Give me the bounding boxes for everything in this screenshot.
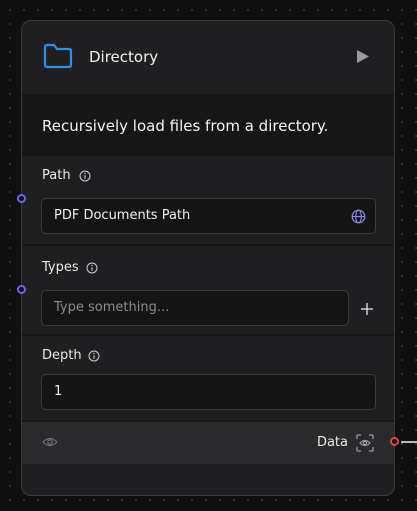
- globe-icon[interactable]: [351, 209, 366, 224]
- types-section: Types Type something...: [22, 246, 394, 334]
- types-input[interactable]: Type something...: [41, 290, 349, 326]
- play-icon[interactable]: [356, 49, 370, 64]
- depth-input[interactable]: 1: [41, 374, 376, 410]
- node-description: Recursively load files from a directory.: [42, 117, 329, 135]
- depth-input-value: 1: [54, 384, 63, 399]
- directory-node[interactable]: Directory Recursively load files from a …: [21, 20, 395, 496]
- scan-eye-icon[interactable]: [356, 434, 374, 452]
- data-output-handle[interactable]: [390, 437, 399, 446]
- output-edge: [401, 441, 417, 443]
- depth-label: Depth: [42, 348, 82, 363]
- description-section: Recursively load files from a directory.: [22, 94, 394, 156]
- info-icon[interactable]: [79, 170, 91, 182]
- eye-icon[interactable]: [42, 435, 58, 449]
- path-input-value: PDF Documents Path: [54, 208, 191, 223]
- path-section: Path PDF Documents Path: [22, 156, 394, 244]
- path-input-handle[interactable]: [17, 194, 26, 203]
- node-header: Directory: [22, 21, 394, 94]
- types-input-handle[interactable]: [17, 285, 26, 294]
- types-input-placeholder: Type something...: [54, 300, 170, 315]
- path-input[interactable]: PDF Documents Path: [41, 198, 376, 234]
- types-label: Types: [42, 260, 79, 275]
- output-label: Data: [316, 435, 348, 450]
- folder-icon: [43, 43, 73, 69]
- info-icon[interactable]: [86, 262, 98, 274]
- plus-icon[interactable]: [360, 302, 374, 316]
- info-icon[interactable]: [88, 350, 100, 362]
- depth-section: Depth 1: [22, 336, 394, 420]
- path-label: Path: [42, 168, 71, 183]
- output-section: Data: [22, 422, 394, 464]
- node-title: Directory: [89, 48, 159, 66]
